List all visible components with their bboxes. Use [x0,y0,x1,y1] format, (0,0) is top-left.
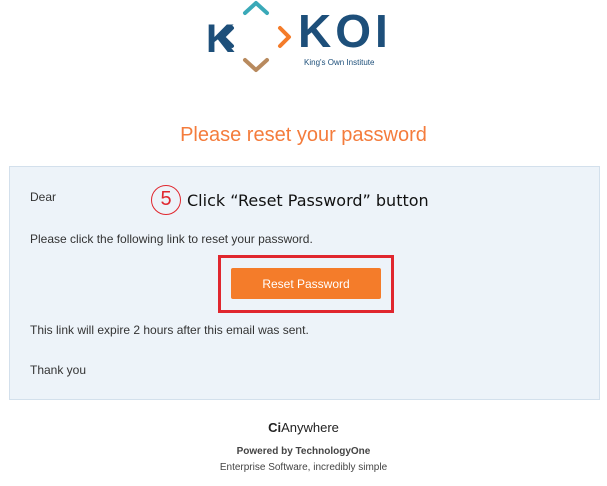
page-title: Please reset your password [180,124,427,146]
email-page: K KOI King's Own Institute Please reset … [0,0,607,486]
footer-tagline: Enterprise Software, incredibly simple [219,462,388,473]
greeting-text: Dear [30,190,57,204]
callout-text: Click “Reset Password” button [187,190,429,210]
sign-off-text: Thank you [30,363,87,377]
koi-diamond-chevrons-icon: K [208,1,291,72]
circled-number-icon: 5 [151,185,181,215]
brand-ci: Ci [268,420,282,435]
email-body-panel: Dear 5 Click “Reset Password” button Plea… [9,166,600,400]
step-callout: 5 Click “Reset Password” button [151,185,429,215]
logo-tagline: King's Own Institute [304,58,375,67]
powered-by-text: Powered by TechnologyOne [236,446,371,457]
koi-logo: K KOI King's Own Institute [208,0,408,76]
expiry-note: This link will expire 2 hours after this… [30,323,309,337]
reset-password-button[interactable]: Reset Password [231,268,381,299]
logo-name: KOI [298,5,392,57]
instruction-text: Please click the following link to reset… [30,232,313,246]
brand-rest: Anywhere [281,420,339,435]
ci-anywhere-brand: CiAnywhere [0,420,607,435]
logo-mark-letter: K [208,17,235,61]
